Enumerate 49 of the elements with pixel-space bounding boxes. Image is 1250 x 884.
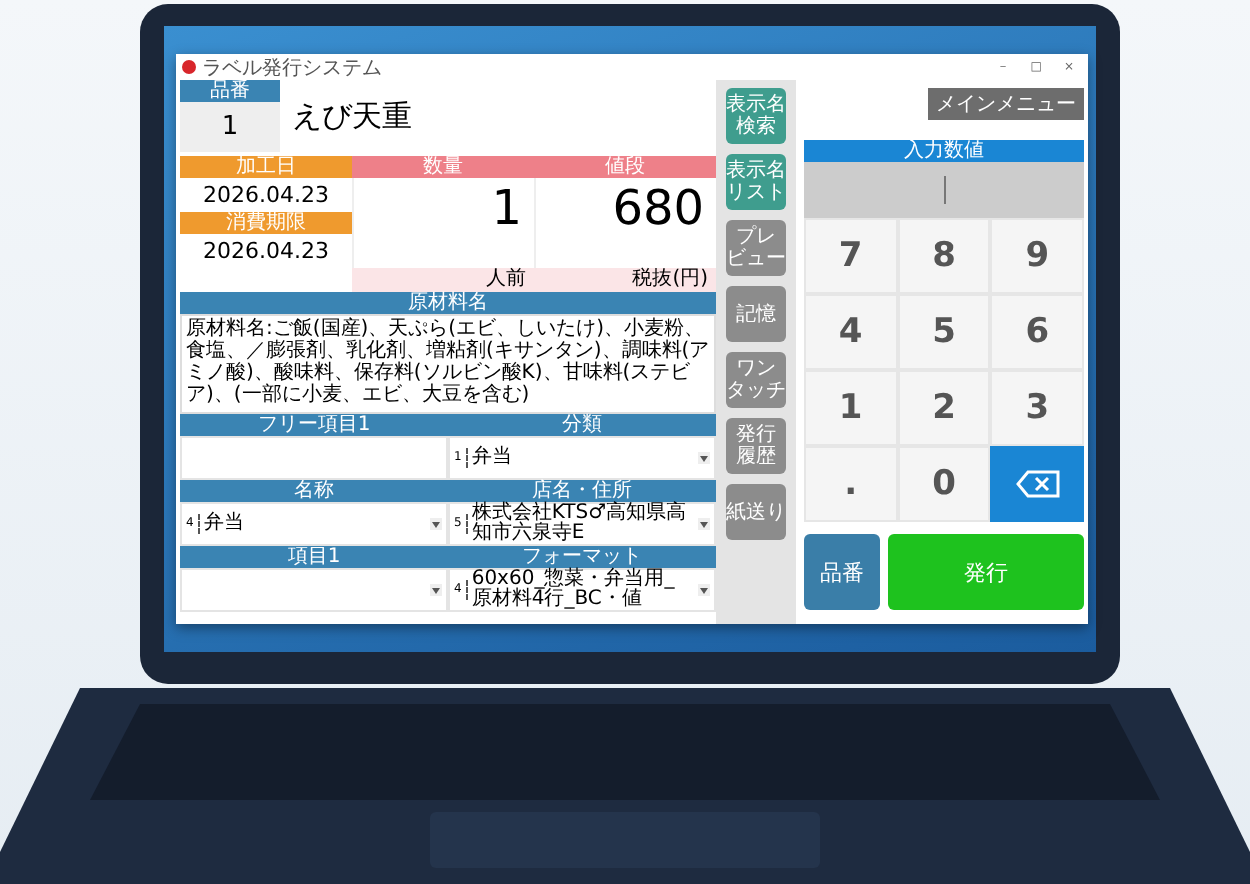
date-value[interactable]: 2026.04.23 xyxy=(180,178,352,212)
field-label: フォーマット xyxy=(448,546,716,568)
field-label: フリー項目1 xyxy=(180,414,448,436)
field-label: 名称 xyxy=(180,480,448,502)
field-value: 60x60_惣菜・弁当用_原材料4行_BC・値 xyxy=(471,570,677,610)
window-title: ラベル発行システム xyxy=(202,55,384,80)
field-label: 店名・住所 xyxy=(448,480,716,502)
keypad-key[interactable]: 9 xyxy=(990,218,1084,294)
keypad-key[interactable]: 8 xyxy=(897,218,991,294)
dropdown-arrow-icon[interactable] xyxy=(430,518,442,530)
price-unit: 税抜(円) xyxy=(534,268,716,292)
dropdown-field[interactable] xyxy=(180,568,448,612)
item-number-label: 品番 xyxy=(180,80,280,102)
dropdown-arrow-icon[interactable] xyxy=(430,584,442,596)
keypad-key[interactable]: 2 xyxy=(897,370,991,446)
backspace-icon xyxy=(1015,470,1060,498)
input-label: 入力数値 xyxy=(804,140,1084,162)
field-value: 弁当 xyxy=(203,514,246,534)
quantity-unit: 人前 xyxy=(352,268,534,292)
ingredients-label: 原材料名 xyxy=(180,292,716,314)
dropdown-field[interactable] xyxy=(180,436,448,480)
keypad-key[interactable]: 4 xyxy=(804,294,898,370)
field-value: 株式会社KTS♂高知県高知市六泉寺E xyxy=(471,504,689,544)
keypad-key[interactable]: 1 xyxy=(804,370,898,446)
date-value[interactable]: 2026.04.23 xyxy=(180,234,352,268)
ingredients-text-area[interactable]: 原材料名:ご飯(国産)、天ぷら(エビ、しいたけ)、小麦粉、食塩、／膨張剤、乳化剤、増粘剤(キサンタン)、調味料(アミノ酸)、酸味料、保存料(ソルビン酸K)、甘味料(ステビア)、(一部に小麦、エビ、大豆を含む) xyxy=(180,314,716,414)
keypad-key[interactable]: 3 xyxy=(990,370,1084,446)
keypad-key[interactable]: 6 xyxy=(990,294,1084,370)
keypad-key[interactable]: 5 xyxy=(897,294,991,370)
dropdown-arrow-icon[interactable] xyxy=(698,452,710,464)
input-display[interactable] xyxy=(804,162,1084,218)
date-label: 加工日 xyxy=(180,156,352,178)
dropdown-arrow-icon[interactable] xyxy=(698,584,710,596)
item-name: えび天重 xyxy=(290,95,414,137)
keypad-key[interactable]: 7 xyxy=(804,218,898,294)
backspace-key[interactable] xyxy=(990,446,1084,522)
field-value: 弁当 xyxy=(471,448,514,468)
main-menu-button[interactable]: メインメニュー xyxy=(928,88,1084,120)
item-number-value[interactable]: 1 xyxy=(180,102,280,152)
date-label: 消費期限 xyxy=(180,212,352,234)
field-label: 分類 xyxy=(448,414,716,436)
app-icon xyxy=(182,60,196,74)
price-label: 値段 xyxy=(534,156,716,178)
field-label: 項目1 xyxy=(180,546,448,568)
quantity-label: 数量 xyxy=(352,156,534,178)
keypad-key[interactable]: 0 xyxy=(897,446,991,522)
action-button[interactable]: 品番 xyxy=(804,534,880,610)
keypad-key[interactable]: . xyxy=(804,446,898,522)
dropdown-arrow-icon[interactable] xyxy=(698,518,710,530)
